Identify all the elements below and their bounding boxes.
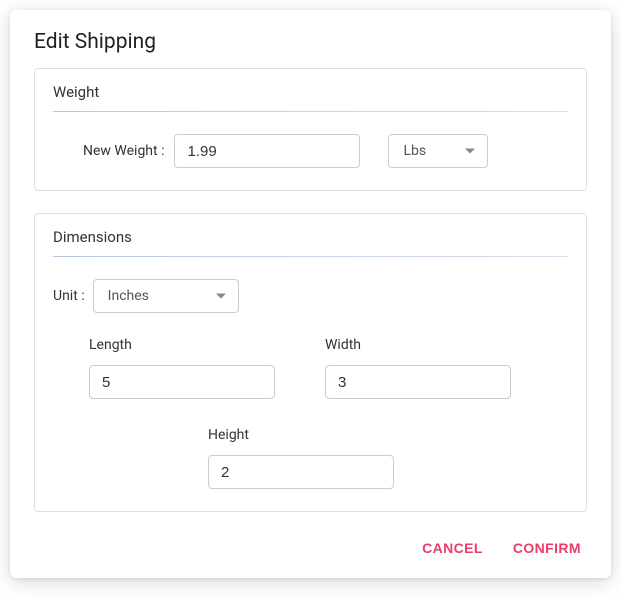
length-col: Length [89,337,275,399]
dimensions-unit-label: Unit : [53,288,85,304]
dialog-actions: CANCEL CONFIRM [10,522,611,578]
dimensions-unit-value: Inches [108,288,149,304]
confirm-button[interactable]: CONFIRM [513,540,581,556]
length-input[interactable] [89,365,275,399]
height-col: Height [208,427,568,489]
weight-row: New Weight : Lbs [53,134,568,168]
weight-card: Weight New Weight : Lbs [34,68,587,191]
new-weight-label: New Weight : [83,143,164,159]
weight-card-title: Weight [53,83,568,101]
dimensions-grid: Length Width [53,337,568,399]
edit-shipping-dialog: Edit Shipping Weight New Weight : Lbs Di… [10,10,611,578]
length-label: Length [89,337,275,353]
dialog-title: Edit Shipping [10,10,611,68]
height-row: Height [53,427,568,489]
dimensions-unit-row: Unit : Inches [53,279,568,313]
chevron-down-icon [465,149,475,154]
dimensions-card: Dimensions Unit : Inches Length Width [34,213,587,512]
cancel-button[interactable]: CANCEL [422,540,483,556]
height-label: Height [208,427,568,443]
divider [53,111,568,112]
width-input[interactable] [325,365,511,399]
chevron-down-icon [216,294,226,299]
width-label: Width [325,337,511,353]
height-input[interactable] [208,455,394,489]
new-weight-input[interactable] [174,134,360,168]
dialog-body: Weight New Weight : Lbs Dimensions Unit … [10,68,611,522]
divider [53,256,568,257]
weight-unit-select[interactable]: Lbs [388,134,488,168]
width-col: Width [325,337,511,399]
dimensions-unit-select[interactable]: Inches [93,279,239,313]
weight-unit-value: Lbs [403,143,426,159]
dimensions-card-title: Dimensions [53,228,568,246]
